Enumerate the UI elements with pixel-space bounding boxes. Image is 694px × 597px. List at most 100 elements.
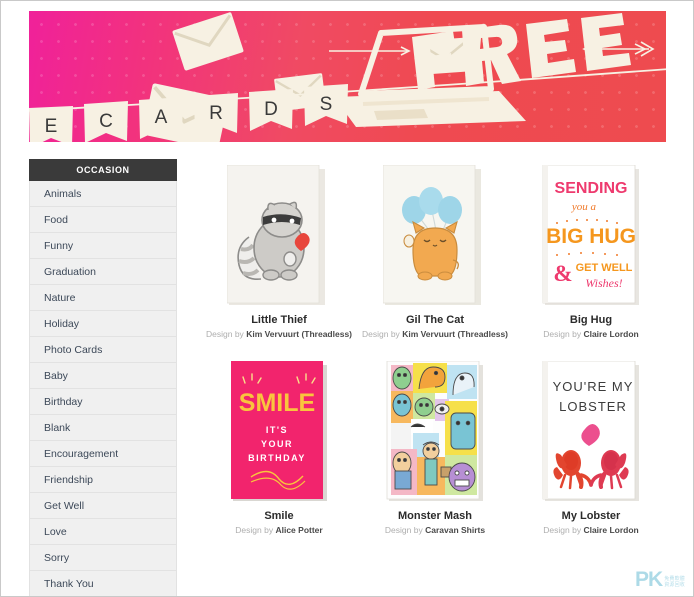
bighug-line-6: Wishes!	[585, 276, 622, 290]
monster-collage-icon	[386, 361, 483, 501]
card-grid-row: SMILE IT'S YOUR BIRTHDAY Smile Design by…	[201, 357, 671, 535]
sidebar-item-label: Nature	[44, 292, 76, 304]
bighug-line-5: GET WELL	[576, 262, 633, 274]
card-credit: Design by Claire Lordon	[543, 329, 638, 339]
watermark: PK 免費軟體 資源回收	[635, 569, 685, 590]
credit-prefix: Design by	[206, 329, 244, 339]
svg-text:E: E	[45, 116, 58, 137]
card-thumbnail-my-lobster[interactable]: YOU'RE MY LOBSTER	[513, 357, 669, 507]
arrow-icon	[329, 46, 411, 56]
raccoon-with-heart-icon	[227, 165, 325, 305]
watermark-line-2: 資源回收	[664, 582, 685, 588]
lobster-line-1: YOU'RE MY	[553, 379, 634, 394]
bighug-line-3: BIG HUG	[546, 225, 636, 248]
card-title[interactable]: Monster Mash	[398, 510, 472, 522]
card-credit: Design by Alice Potter	[235, 525, 322, 535]
smile-line-4: BIRTHDAY	[248, 453, 306, 463]
card-item[interactable]: SENDING you a BIG HUG & GET WELL Wishes!	[513, 161, 669, 339]
sidebar-item-label: Food	[44, 214, 68, 226]
envelope-icon	[170, 11, 246, 73]
sidebar-item-food[interactable]: Food	[29, 207, 177, 233]
sidebar-item-label: Funny	[44, 240, 74, 252]
card-item[interactable]: YOU'RE MY LOBSTER My Lobster Design by C…	[513, 357, 669, 535]
card-title[interactable]: Smile	[264, 510, 293, 522]
sidebar-item-nature[interactable]: Nature	[29, 285, 177, 311]
sidebar-item-baby[interactable]: Baby	[29, 363, 177, 389]
sidebar-item-label: Holiday	[44, 318, 80, 330]
card-title[interactable]: Gil The Cat	[406, 314, 464, 326]
sidebar-item-label: Birthday	[44, 396, 83, 408]
sidebar-item-label: Friendship	[44, 474, 94, 486]
sidebar-item-label: Baby	[44, 370, 68, 382]
sidebar-header: OCCASION	[29, 159, 177, 181]
sidebar-item-thank-you[interactable]: Thank You	[29, 571, 177, 596]
smile-line-3: YOUR	[261, 439, 293, 449]
sidebar-item-birthday[interactable]: Birthday	[29, 389, 177, 415]
svg-text:A: A	[155, 107, 168, 128]
sidebar-item-get-well[interactable]: Get Well	[29, 493, 177, 519]
sidebar: OCCASION Animals Food Funny Graduation Natur…	[29, 159, 177, 596]
sidebar-item-label: Thank You	[44, 578, 94, 590]
card-item[interactable]: Gil The Cat Design by Kim Vervuurt (Thre…	[357, 161, 513, 339]
sidebar-item-friendship[interactable]: Friendship	[29, 467, 177, 493]
lobster-line-2: LOBSTER	[559, 399, 627, 414]
sidebar-item-label: Graduation	[44, 266, 96, 278]
card-title[interactable]: Big Hug	[570, 314, 612, 326]
sidebar-item-label: Love	[44, 526, 67, 538]
hero-banner: E C A R D S	[29, 11, 666, 142]
watermark-subtext: 免費軟體 資源回收	[664, 576, 685, 588]
card-item[interactable]: Monster Mash Design by Caravan Shirts	[357, 357, 513, 535]
laptop-base	[334, 91, 526, 127]
banner-illustration: E C A R D S	[29, 11, 666, 142]
designer-name: Kim Vervuurt (Threadless)	[246, 329, 352, 339]
sidebar-item-sorry[interactable]: Sorry	[29, 545, 177, 571]
sidebar-item-label: Get Well	[44, 500, 85, 512]
sidebar-item-blank[interactable]: Blank	[29, 415, 177, 441]
card-thumbnail-little-thief[interactable]	[201, 161, 357, 311]
card-thumbnail-monster-mash[interactable]	[357, 357, 513, 507]
sidebar-category-list: Animals Food Funny Graduation Nature Holiday P…	[29, 181, 177, 596]
designer-name: Claire Lordon	[583, 525, 639, 535]
card-credit: Design by Kim Vervuurt (Threadless)	[362, 329, 508, 339]
card-credit: Design by Claire Lordon	[543, 525, 638, 535]
cat-with-balloons-icon	[383, 165, 481, 305]
smile-line-1: SMILE	[239, 389, 315, 417]
credit-prefix: Design by	[235, 525, 274, 535]
credit-prefix: Design by	[362, 329, 400, 339]
card-title[interactable]: My Lobster	[562, 510, 621, 522]
designer-name: Caravan Shirts	[425, 525, 486, 535]
card-thumbnail-smile[interactable]: SMILE IT'S YOUR BIRTHDAY	[201, 357, 357, 507]
designer-name: Kim Vervuurt (Threadless)	[402, 329, 508, 339]
card-item[interactable]: Little Thief Design by Kim Vervuurt (Thr…	[201, 161, 357, 339]
watermark-logo: PK	[635, 568, 663, 591]
credit-prefix: Design by	[543, 525, 582, 535]
sidebar-item-funny[interactable]: Funny	[29, 233, 177, 259]
card-credit: Design by Kim Vervuurt (Threadless)	[206, 329, 352, 339]
sidebar-item-photo-cards[interactable]: Photo Cards	[29, 337, 177, 363]
sidebar-item-holiday[interactable]: Holiday	[29, 311, 177, 337]
credit-prefix: Design by	[543, 329, 582, 339]
svg-text:R: R	[209, 103, 223, 124]
card-thumbnail-gil-the-cat[interactable]	[357, 161, 513, 311]
svg-text:C: C	[99, 111, 113, 132]
svg-text:S: S	[320, 94, 333, 115]
smile-birthday-typography-icon: SMILE IT'S YOUR BIRTHDAY	[231, 361, 327, 501]
sidebar-item-label: Blank	[44, 422, 71, 434]
card-thumbnail-big-hug[interactable]: SENDING you a BIG HUG & GET WELL Wishes!	[513, 161, 669, 311]
sidebar-item-animals[interactable]: Animals	[29, 181, 177, 207]
sidebar-item-graduation[interactable]: Graduation	[29, 259, 177, 285]
smile-line-2: IT'S	[266, 425, 288, 435]
sidebar-item-encouragement[interactable]: Encouragement	[29, 441, 177, 467]
sidebar-item-label: Sorry	[44, 552, 70, 564]
sidebar-item-label: Animals	[44, 188, 82, 200]
card-credit: Design by Caravan Shirts	[385, 525, 485, 535]
page-root: E C A R D S OCCASION Animals Food Funny …	[0, 0, 694, 597]
designer-name: Claire Lordon	[583, 329, 639, 339]
card-grid: Little Thief Design by Kim Vervuurt (Thr…	[201, 161, 671, 535]
card-title[interactable]: Little Thief	[251, 314, 307, 326]
designer-name: Alice Potter	[275, 525, 323, 535]
sidebar-item-love[interactable]: Love	[29, 519, 177, 545]
lobsters-with-heart-icon: YOU'RE MY LOBSTER	[542, 361, 639, 501]
card-item[interactable]: SMILE IT'S YOUR BIRTHDAY Smile Design by…	[201, 357, 357, 535]
big-hug-typography-icon: SENDING you a BIG HUG & GET WELL Wishes!	[542, 165, 639, 305]
